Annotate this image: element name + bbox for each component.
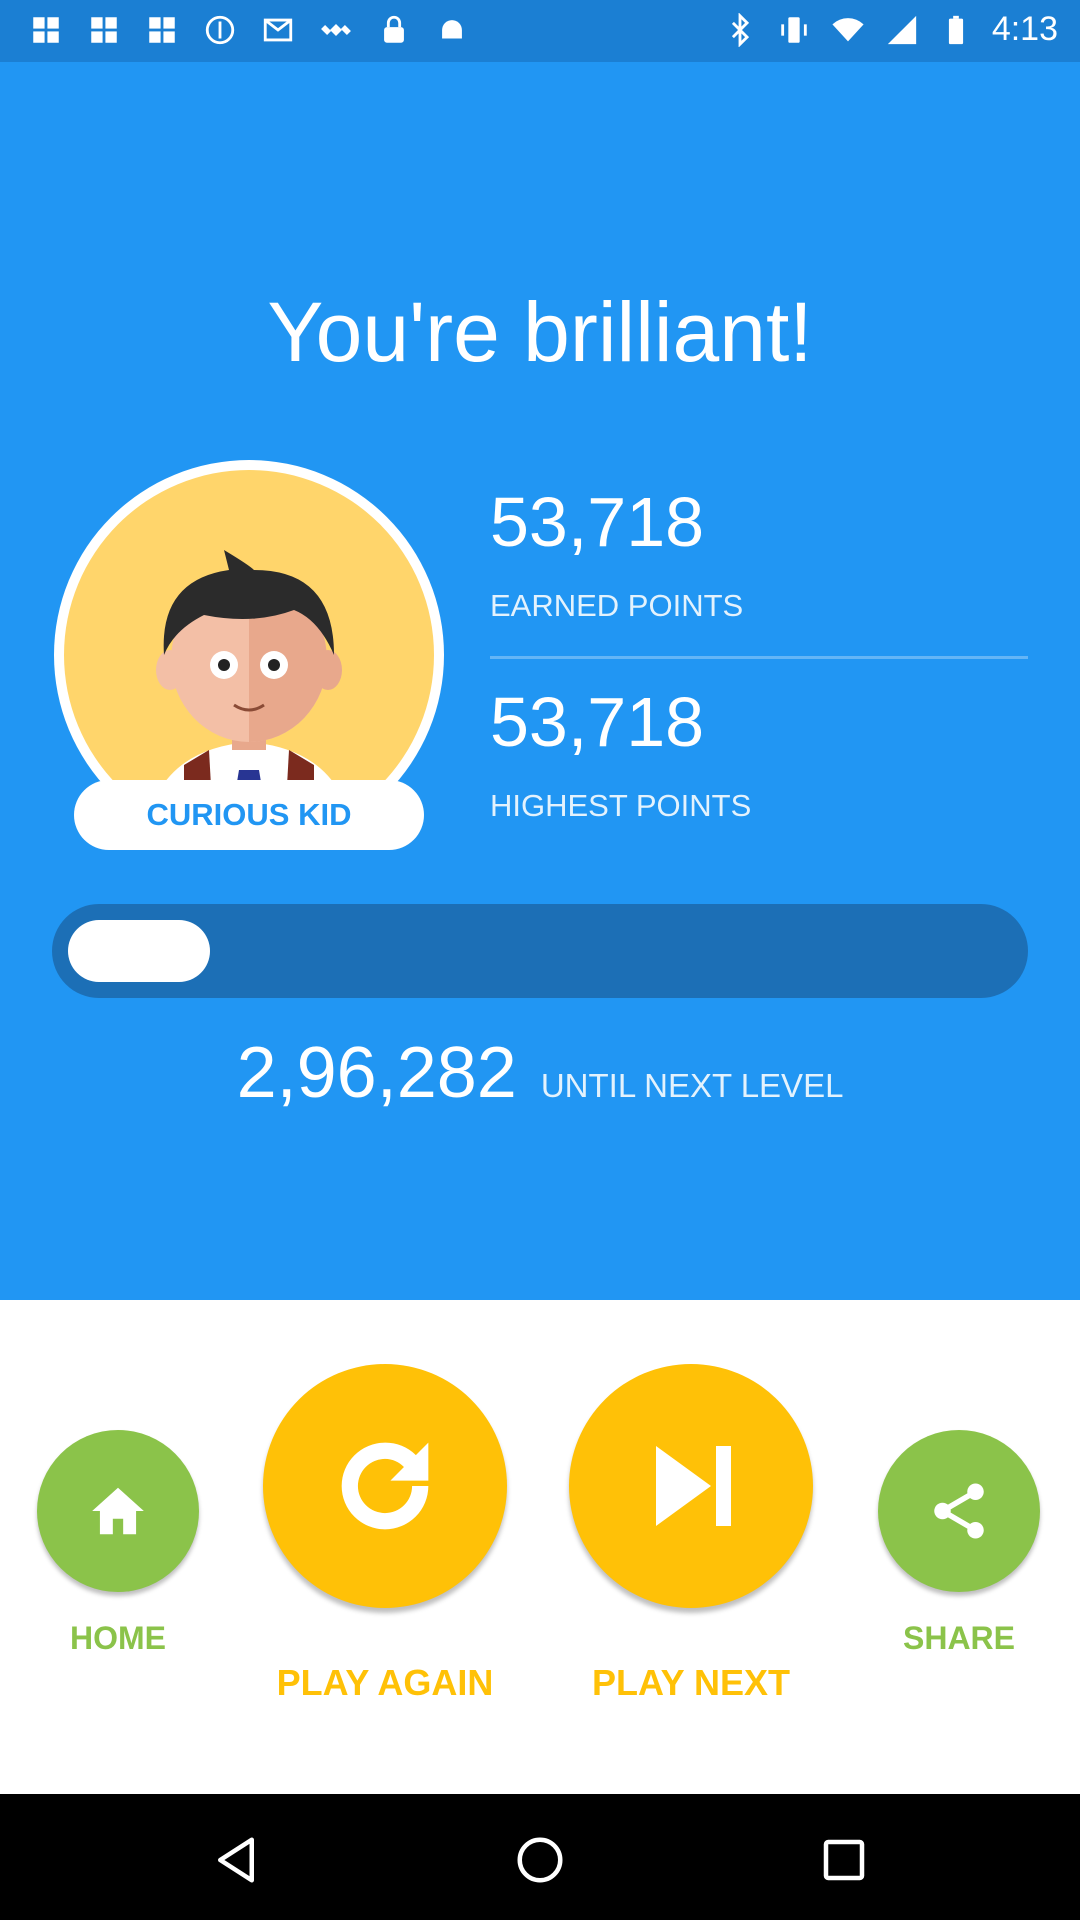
lock-icon <box>376 12 412 48</box>
home-nav-icon[interactable] <box>512 1832 568 1888</box>
level-progress-fill <box>68 920 210 982</box>
status-system: 4:13 <box>722 10 1058 49</box>
status-bar: 4:13 <box>0 0 1080 62</box>
share-label[interactable]: SHARE <box>869 1620 1049 1657</box>
play-next-button[interactable] <box>569 1364 813 1608</box>
status-notifications <box>28 12 470 48</box>
result-headline: You're brilliant! <box>267 285 813 379</box>
navigation-bar <box>0 1794 1080 1920</box>
home-icon <box>92 1487 144 1535</box>
play-next-label[interactable]: PLAY NEXT <box>549 1662 833 1704</box>
level-progress-bar <box>52 904 1028 998</box>
recents-icon[interactable] <box>816 1832 872 1888</box>
sync-icon <box>202 12 238 48</box>
satellite-icon <box>318 12 354 48</box>
earned-points-value: 53,718 <box>490 483 705 561</box>
replay-icon <box>341 1442 429 1530</box>
play-again-button[interactable] <box>263 1364 507 1608</box>
app-icon <box>28 12 64 48</box>
divider <box>490 656 1028 659</box>
share-icon <box>934 1483 984 1539</box>
signal-icon <box>884 12 920 48</box>
points-to-next-level: 2,96,282 <box>236 1033 517 1113</box>
next-level-info: 2,96,282 UNTIL NEXT LEVEL <box>0 1032 1080 1114</box>
play-again-label[interactable]: PLAY AGAIN <box>243 1662 527 1704</box>
highest-points-label: HIGHEST POINTS <box>490 788 752 823</box>
back-icon[interactable] <box>208 1832 264 1888</box>
android-icon <box>434 12 470 48</box>
battery-icon <box>938 12 974 48</box>
clock: 4:13 <box>991 10 1058 48</box>
earned-points-label: EARNED POINTS <box>490 588 744 623</box>
wifi-icon <box>830 12 866 48</box>
app-icon <box>86 12 122 48</box>
home-label[interactable]: HOME <box>28 1620 208 1657</box>
bluetooth-icon <box>722 12 758 48</box>
share-button[interactable] <box>878 1430 1040 1592</box>
next-level-label: UNTIL NEXT LEVEL <box>540 1067 844 1104</box>
skip-next-icon <box>656 1446 731 1526</box>
app-icon <box>144 12 180 48</box>
highest-points-value: 53,718 <box>490 683 705 761</box>
vibrate-icon <box>776 12 812 48</box>
rank-badge: CURIOUS KID <box>74 780 424 850</box>
home-button[interactable] <box>37 1430 199 1592</box>
mail-icon <box>260 12 296 48</box>
result-panel: You're brilliant! CURIOUS KID 53,718 EAR… <box>0 62 1080 1300</box>
